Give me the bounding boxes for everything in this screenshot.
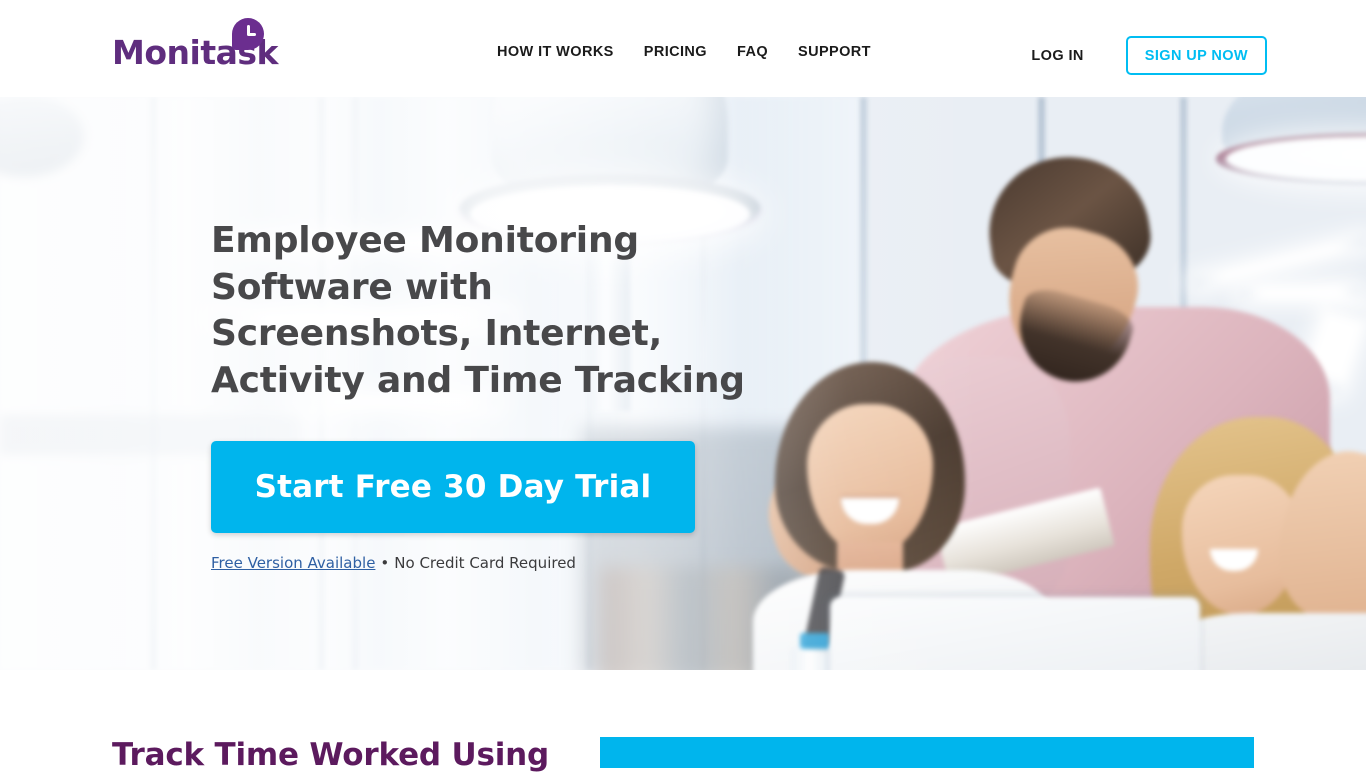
below-fold-section: Track Time Worked Using [0,670,1366,773]
signup-now-button[interactable]: SIGN UP NOW [1125,36,1267,75]
free-version-link[interactable]: Free Version Available [211,554,375,572]
nav-item-support[interactable]: SUPPORT [798,44,871,60]
clock-icon [232,18,264,50]
main-navigation: HOW IT WORKS PRICING FAQ SUPPORT [497,44,871,60]
header-actions: LOG IN SIGN UP NOW [1031,36,1267,75]
site-header: Monitask HOW IT WORKS PRICING FAQ SUPPOR… [0,0,1366,97]
hero-content: Employee Monitoring Software with Screen… [211,218,851,572]
login-link[interactable]: LOG IN [1031,48,1083,64]
nav-item-how-it-works[interactable]: HOW IT WORKS [497,44,614,60]
note-separator: • [380,554,390,572]
nav-item-pricing[interactable]: PRICING [644,44,707,60]
cyan-feature-panel [600,737,1254,768]
hero-headline: Employee Monitoring Software with Screen… [211,220,745,401]
nav-item-faq[interactable]: FAQ [737,44,768,60]
no-credit-card-text: No Credit Card Required [394,554,576,572]
site-logo[interactable]: Monitask [112,18,278,74]
start-free-trial-button[interactable]: Start Free 30 Day Trial [211,441,695,533]
hero-section: Employee Monitoring Software with Screen… [0,97,1366,670]
hero-subnote: Free Version Available • No Credit Card Re… [211,554,851,572]
